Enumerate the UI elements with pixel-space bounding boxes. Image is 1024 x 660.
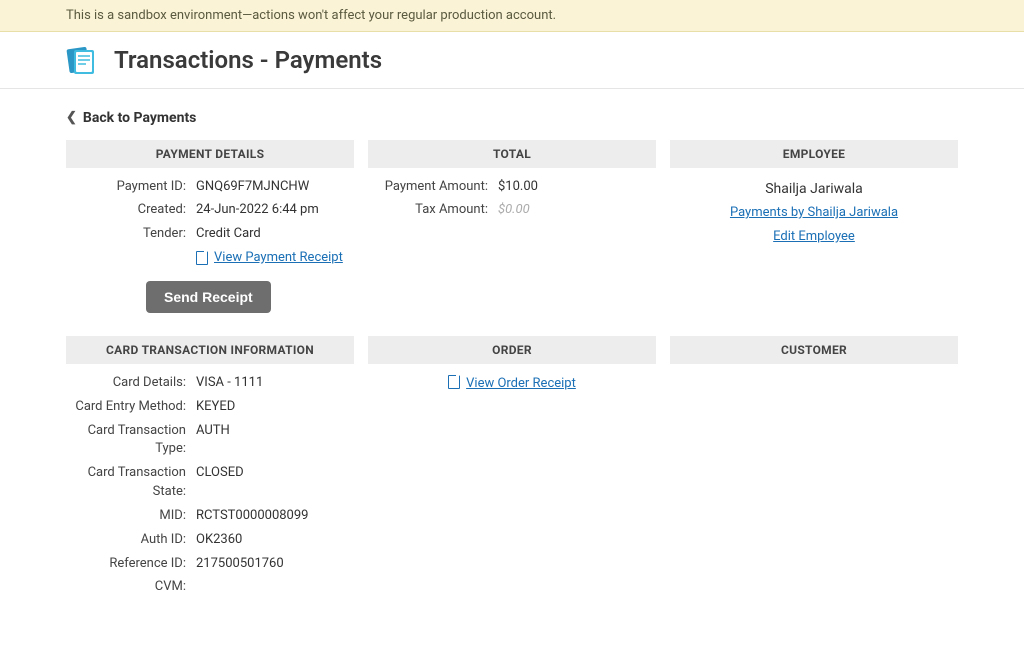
mid-value: RCTST0000008099 xyxy=(196,507,354,526)
view-payment-receipt-link[interactable]: View Payment Receipt xyxy=(214,249,343,268)
txn-state-value: CLOSED xyxy=(196,464,354,483)
view-payment-receipt-row: View Payment Receipt xyxy=(66,249,354,268)
page-title: Transactions - Payments xyxy=(114,46,382,74)
page-header: Transactions - Payments xyxy=(0,32,1024,89)
app-icon xyxy=(66,44,98,76)
send-receipt-row: Send Receipt xyxy=(66,273,354,313)
tax-amount-row: Tax Amount: $0.00 xyxy=(368,201,656,220)
payments-by-employee-link[interactable]: Payments by Shailja Jariwala xyxy=(730,205,898,220)
tender-value: Credit Card xyxy=(196,225,354,244)
txn-state-label: Card Transaction State: xyxy=(66,464,196,502)
card-details-label: Card Details: xyxy=(66,374,196,393)
back-to-payments-link[interactable]: ❮ Back to Payments xyxy=(66,110,196,126)
chevron-left-icon: ❮ xyxy=(66,110,77,125)
created-row: Created: 24-Jun-2022 6:44 pm xyxy=(66,201,354,220)
tender-row: Tender: Credit Card xyxy=(66,225,354,244)
txn-type-label: Card Transaction Type: xyxy=(66,422,196,460)
entry-method-row: Card Entry Method: KEYED xyxy=(66,398,354,417)
payment-details-section: PAYMENT DETAILS Payment ID: GNQ69F7MJNCH… xyxy=(66,140,354,318)
employee-body: Shailja Jariwala Payments by Shailja Jar… xyxy=(670,168,958,249)
customer-section: CUSTOMER xyxy=(670,336,958,602)
content: ❮ Back to Payments PAYMENT DETAILS Payme… xyxy=(0,89,1024,660)
tax-amount-label: Tax Amount: xyxy=(368,201,498,220)
document-icon xyxy=(196,251,208,265)
document-icon xyxy=(448,375,460,389)
total-body: Payment Amount: $10.00 Tax Amount: $0.00 xyxy=(368,168,656,226)
card-details-row: Card Details: VISA - 1111 xyxy=(66,374,354,393)
created-value: 24-Jun-2022 6:44 pm xyxy=(196,201,354,220)
customer-header: CUSTOMER xyxy=(670,336,958,364)
card-transaction-body: Card Details: VISA - 1111 Card Entry Met… xyxy=(66,364,354,602)
sandbox-banner: This is a sandbox environment—actions wo… xyxy=(0,0,1024,32)
tender-label: Tender: xyxy=(66,225,196,244)
order-body: View Order Receipt xyxy=(368,364,656,391)
view-order-receipt-link[interactable]: View Order Receipt xyxy=(466,376,576,391)
cvm-row: CVM: xyxy=(66,578,354,597)
payment-id-label: Payment ID: xyxy=(66,178,196,197)
created-label: Created: xyxy=(66,201,196,220)
card-transaction-header: CARD TRANSACTION INFORMATION xyxy=(66,336,354,364)
ref-id-row: Reference ID: 217500501760 xyxy=(66,555,354,574)
send-receipt-button[interactable]: Send Receipt xyxy=(146,281,271,313)
txn-type-value: AUTH xyxy=(196,422,354,441)
auth-id-value: OK2360 xyxy=(196,531,354,550)
payment-amount-label: Payment Amount: xyxy=(368,178,498,197)
order-section: ORDER View Order Receipt xyxy=(368,336,656,602)
customer-body xyxy=(670,364,958,374)
ref-id-label: Reference ID: xyxy=(66,555,196,574)
edit-employee-link[interactable]: Edit Employee xyxy=(773,229,855,244)
mid-row: MID: RCTST0000008099 xyxy=(66,507,354,526)
auth-id-label: Auth ID: xyxy=(66,531,196,550)
payment-amount-value: $10.00 xyxy=(498,178,656,197)
top-sections-row: PAYMENT DETAILS Payment ID: GNQ69F7MJNCH… xyxy=(66,140,958,318)
sandbox-text: This is a sandbox environment—actions wo… xyxy=(66,8,556,23)
mid-label: MID: xyxy=(66,507,196,526)
txn-state-row: Card Transaction State: CLOSED xyxy=(66,464,354,502)
tax-amount-value: $0.00 xyxy=(498,201,656,220)
employee-header: EMPLOYEE xyxy=(670,140,958,168)
payment-amount-row: Payment Amount: $10.00 xyxy=(368,178,656,197)
order-header: ORDER xyxy=(368,336,656,364)
total-section: TOTAL Payment Amount: $10.00 Tax Amount:… xyxy=(368,140,656,318)
txn-type-row: Card Transaction Type: AUTH xyxy=(66,422,354,460)
card-details-value: VISA - 1111 xyxy=(196,374,354,393)
back-link-text: Back to Payments xyxy=(83,110,196,126)
employee-section: EMPLOYEE Shailja Jariwala Payments by Sh… xyxy=(670,140,958,318)
total-header: TOTAL xyxy=(368,140,656,168)
payment-id-row: Payment ID: GNQ69F7MJNCHW xyxy=(66,178,354,197)
payment-details-body: Payment ID: GNQ69F7MJNCHW Created: 24-Ju… xyxy=(66,168,354,318)
entry-method-label: Card Entry Method: xyxy=(66,398,196,417)
bottom-sections-row: CARD TRANSACTION INFORMATION Card Detail… xyxy=(66,336,958,602)
payment-details-header: PAYMENT DETAILS xyxy=(66,140,354,168)
entry-method-value: KEYED xyxy=(196,398,354,417)
auth-id-row: Auth ID: OK2360 xyxy=(66,531,354,550)
payment-id-value: GNQ69F7MJNCHW xyxy=(196,178,354,197)
cvm-label: CVM: xyxy=(66,578,196,597)
employee-name: Shailja Jariwala xyxy=(670,178,958,202)
ref-id-value: 217500501760 xyxy=(196,555,354,574)
card-transaction-section: CARD TRANSACTION INFORMATION Card Detail… xyxy=(66,336,354,602)
